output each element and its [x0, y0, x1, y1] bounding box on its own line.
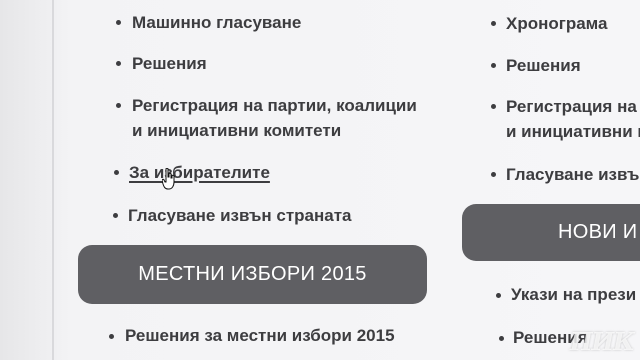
menu-item-label: Решения за местни избори 2015 — [125, 326, 395, 345]
menu-item-local-decisions[interactable]: Решения за местни избори 2015 — [125, 323, 395, 348]
bullet — [116, 103, 121, 108]
menu-item-chronogram[interactable]: Хронограма — [506, 11, 608, 36]
bullet — [491, 104, 496, 109]
menu-item-machine-voting[interactable]: Машинно гласуване — [132, 10, 301, 35]
bullet — [491, 172, 496, 177]
bullet — [116, 61, 121, 66]
menu-item-label-line1: Регистрация на па — [506, 97, 640, 116]
section-header-new-elections[interactable]: НОВИ И — [462, 204, 640, 261]
browser-page: Машинно гласуване Решения Регистрация на… — [0, 0, 640, 360]
menu-item-label-line2: и инициативни комитети — [132, 121, 342, 140]
menu-item-decrees[interactable]: Укази на прези — [511, 282, 636, 307]
bullet — [491, 63, 496, 68]
hand-pointer-icon — [162, 168, 175, 190]
section-header-label: МЕСТНИ ИЗБОРИ 2015 — [138, 263, 367, 285]
menu-item-voting-abroad-right[interactable]: Гласуване извъ — [506, 162, 639, 187]
menu-item-label-line2: и инициативни ком — [506, 122, 640, 141]
menu-item-decisions[interactable]: Решения — [132, 51, 207, 76]
menu-item-label: Гласуване извън страната — [128, 206, 352, 225]
menu-item-label: Укази на прези — [511, 285, 637, 304]
menu-item-for-voters[interactable]: За избирателите — [129, 160, 270, 185]
menu-item-label-line1: Регистрация на партии, коалиции — [132, 96, 417, 115]
menu-item-label: Гласуване извъ — [506, 165, 640, 184]
menu-item-registration[interactable]: Регистрация на партии, коалиции и инициа… — [132, 93, 417, 143]
section-header-local-elections[interactable]: МЕСТНИ ИЗБОРИ 2015 — [78, 245, 427, 304]
watermark-logo: ПИК — [569, 327, 635, 356]
bullet — [491, 21, 496, 26]
menu-item-label: Хронограма — [506, 14, 608, 33]
bullet — [109, 334, 114, 339]
page-divider — [52, 0, 54, 360]
menu-item-label: Решения — [132, 54, 207, 73]
menu-item-decisions-right[interactable]: Решения — [506, 53, 581, 78]
bullet — [113, 213, 118, 218]
for-voters-link[interactable]: За избирателите — [129, 163, 270, 182]
bullet — [496, 293, 501, 298]
menu-item-voting-abroad[interactable]: Гласуване извън страната — [128, 203, 352, 228]
section-header-label: НОВИ И — [558, 221, 638, 243]
menu-item-registration-right[interactable]: Регистрация на па и инициативни ком — [506, 94, 640, 144]
bullet — [114, 170, 119, 175]
bullet — [499, 336, 504, 341]
menu-item-label: Решения — [506, 56, 581, 75]
bullet — [116, 20, 121, 25]
menu-item-label: Машинно гласуване — [132, 13, 302, 32]
